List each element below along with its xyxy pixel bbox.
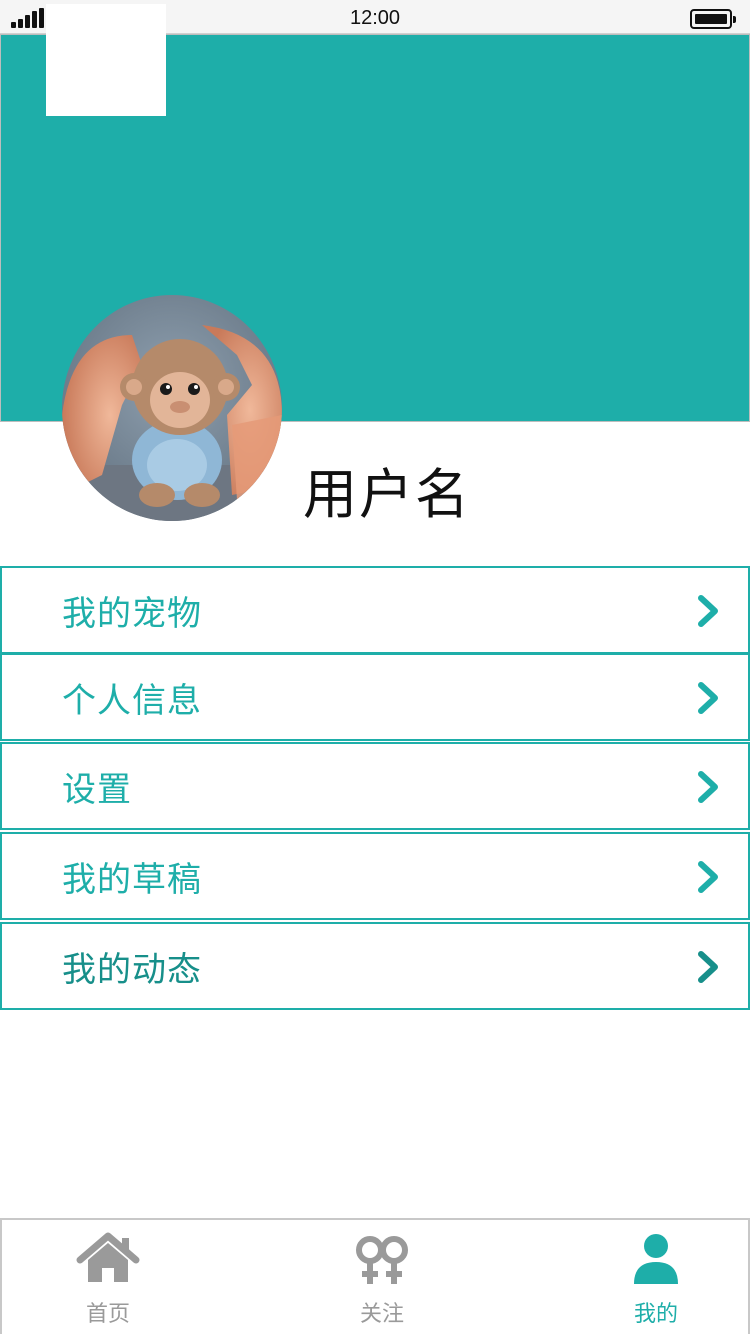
- username: 用户名: [303, 463, 471, 526]
- menu-item-label: 我的宠物: [62, 594, 202, 634]
- menu-item-personal-info[interactable]: 个人信息: [0, 653, 750, 741]
- tab-mine[interactable]: 我的: [576, 1220, 736, 1336]
- menu-item-label: 我的动态: [62, 950, 202, 990]
- tab-label: 我的: [633, 1302, 678, 1327]
- battery-icon: [690, 9, 736, 29]
- logo-placeholder: [46, 4, 166, 116]
- menu-item-label: 设置: [62, 770, 132, 810]
- tab-label: 首页: [85, 1302, 130, 1327]
- chevron-right-icon: [698, 951, 718, 983]
- avatar-monkey-image: [62, 295, 282, 521]
- tab-home[interactable]: 首页: [28, 1220, 188, 1336]
- menu-item-label: 个人信息: [62, 681, 202, 721]
- menu-item-my-pets[interactable]: 我的宠物: [0, 566, 750, 654]
- tab-follow[interactable]: 关注: [302, 1220, 462, 1336]
- chevron-right-icon: [698, 771, 718, 803]
- bottom-tab-bar: 首页 关注 我的: [0, 1218, 750, 1334]
- user-icon: [634, 1234, 678, 1284]
- chevron-right-icon: [698, 595, 718, 627]
- home-icon: [76, 1232, 140, 1282]
- menu-item-settings[interactable]: 设置: [0, 742, 750, 830]
- avatar[interactable]: [62, 295, 282, 521]
- menu-item-my-drafts[interactable]: 我的草稿: [0, 832, 750, 920]
- tab-label: 关注: [359, 1302, 404, 1327]
- chevron-right-icon: [698, 861, 718, 893]
- gender-icon: [356, 1236, 408, 1284]
- menu-item-label: 我的草稿: [62, 860, 202, 900]
- chevron-right-icon: [698, 682, 718, 714]
- menu-item-my-posts[interactable]: 我的动态: [0, 922, 750, 1010]
